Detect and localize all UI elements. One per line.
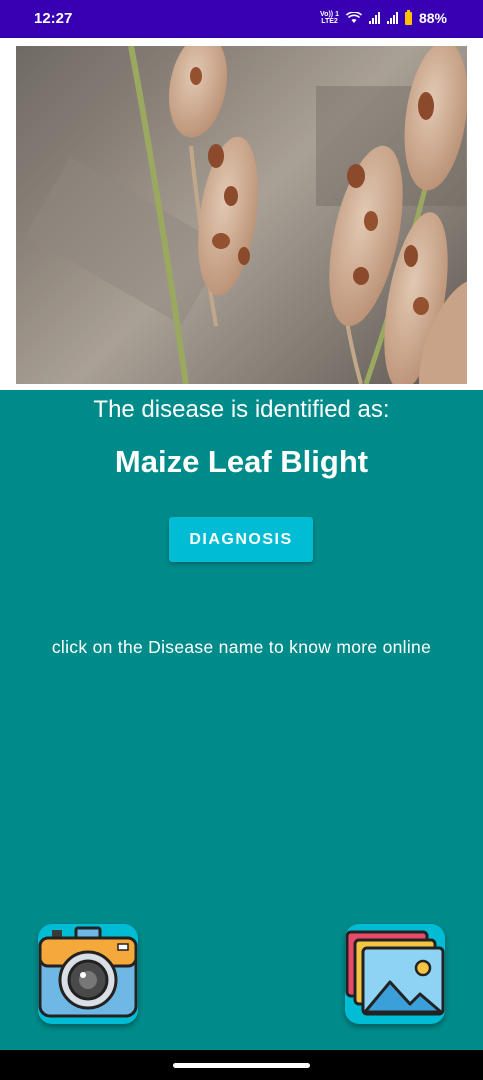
disease-name-link[interactable]: Maize Leaf Blight: [0, 444, 483, 480]
navigation-bar: [0, 1050, 483, 1080]
battery-icon: [404, 9, 412, 25]
status-bar: 12:27 Vo)) 1 LTE2 88%: [0, 0, 483, 38]
image-frame: [0, 38, 483, 390]
leaf-photo: [16, 46, 467, 384]
hint-text: click on the Disease name to know more o…: [51, 637, 432, 657]
battery-level: 88%: [418, 10, 447, 26]
status-time: 12:27: [34, 10, 73, 27]
identified-label: The disease is identified as:: [93, 396, 390, 423]
status-icons: Vo)) 1 LTE2 88%: [320, 9, 447, 26]
diagnosis-button[interactable]: DIAGNOSIS: [169, 517, 313, 562]
signal-icon-1: [368, 12, 380, 24]
signal-icon-2: [386, 12, 398, 24]
camera-button[interactable]: [38, 924, 138, 1024]
volte-icon: Vo)) 1 LTE2: [320, 11, 339, 25]
gallery-icon: [345, 930, 445, 1016]
gallery-button[interactable]: [345, 924, 445, 1024]
camera-icon: [38, 926, 138, 1018]
wifi-icon: [345, 12, 362, 23]
home-indicator[interactable]: [173, 1063, 310, 1068]
